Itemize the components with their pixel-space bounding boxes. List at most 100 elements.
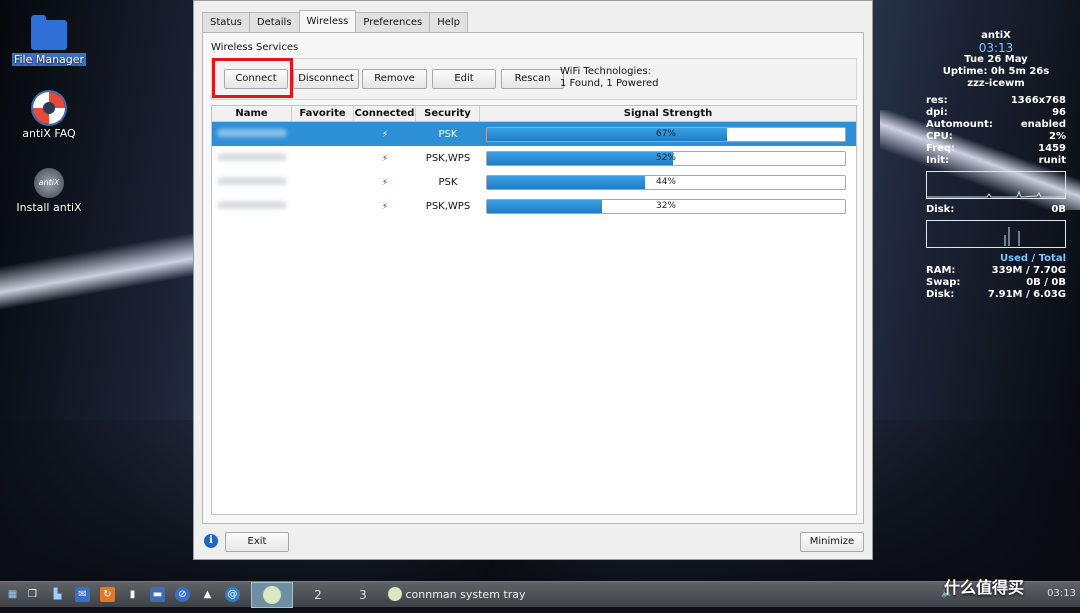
disk-graph-lines — [1004, 227, 1020, 246]
show-desktop-icon[interactable]: ▙ — [50, 587, 65, 602]
cpu-graph-lines — [927, 190, 1065, 198]
tab-details[interactable]: Details — [248, 12, 300, 32]
task-label: connman system tray — [405, 588, 526, 601]
mountain-icon[interactable]: ▲ — [200, 587, 215, 602]
rescan-button[interactable]: Rescan — [501, 69, 564, 89]
security-cell: PSK — [438, 128, 458, 140]
conky-stat-row: Automount: enabled — [926, 119, 1066, 130]
connman-tray-icon — [263, 586, 281, 604]
signal-strength-bar: 44% — [486, 174, 846, 190]
info-icon[interactable]: i — [204, 534, 218, 548]
column-header-connected[interactable]: Connected — [354, 106, 416, 121]
wifi-technologies-info: WiFi Technologies: 1 Found, 1 Powered — [560, 66, 659, 90]
wifi-technologies-label: WiFi Technologies: — [560, 66, 652, 77]
conky-time: 03:13 — [978, 41, 1014, 55]
signal-strength-bar: 32% — [486, 198, 846, 214]
signal-strength-bar: 67% — [486, 126, 846, 142]
conky-stat-row: res: 1366x768 — [926, 95, 1066, 106]
column-header-security[interactable]: Security — [416, 106, 480, 121]
refresh-icon[interactable]: ↻ — [100, 587, 115, 602]
security-cell: PSK,WPS — [425, 152, 471, 164]
disconnected-plug-icon: ⚡ — [381, 177, 389, 188]
conky-stat-row: Freq: 1459 — [926, 143, 1066, 154]
remove-button[interactable]: Remove — [362, 69, 427, 89]
signal-cell: 67% — [480, 126, 856, 142]
connman-app-icon — [388, 587, 402, 601]
connected-cell: ⚡ — [354, 201, 416, 212]
table-row[interactable]: ⚡ PSK,WPS 52% — [212, 146, 856, 170]
conky-usage-row: Swap: 0B / 0B — [926, 277, 1066, 288]
tab-help[interactable]: Help — [429, 12, 469, 32]
signal-strength-label: 67% — [655, 128, 676, 139]
folder-icon — [31, 15, 67, 50]
desktop-icon-label: Install antiX — [16, 201, 82, 214]
conky-disk-row: Disk: 0B — [926, 204, 1066, 215]
desktop-icon-antix-faq[interactable]: antiX FAQ — [1, 92, 97, 140]
workspace-1-active[interactable] — [251, 582, 293, 608]
conky-system-monitor: antiX 03:13 Tue 26 May Uptime: 0h 5m 26s… — [926, 30, 1066, 301]
wireless-tab-panel: Wireless Services Connect Disconnect Rem… — [202, 32, 864, 524]
signal-cell: 44% — [480, 174, 856, 190]
wireless-services-table: Name Favorite Connected Security Signal … — [211, 105, 857, 515]
browser-icon[interactable]: ⊘ — [175, 587, 190, 602]
taskbar-clock[interactable]: 03:13 — [1047, 588, 1076, 599]
security-cell: PSK,WPS — [425, 200, 471, 212]
help-icon[interactable]: @ — [225, 587, 240, 602]
conky-uptime: Uptime: 0h 5m 26s — [942, 66, 1050, 77]
workspace-3[interactable]: 3 — [350, 582, 376, 608]
signal-cell: 52% — [480, 150, 856, 166]
minimize-button[interactable]: Minimize — [800, 532, 864, 552]
exit-button[interactable]: Exit — [225, 532, 289, 552]
task-connman-system-tray[interactable]: connman system tray — [388, 585, 526, 605]
network-name-blurred — [212, 128, 292, 140]
wireless-button-bar: Connect Disconnect Remove Edit Rescan — [211, 58, 857, 100]
table-row[interactable]: ⚡ PSK 44% — [212, 170, 856, 194]
conky-wm: zzz-icewm — [967, 78, 1025, 89]
column-header-name[interactable]: Name — [212, 106, 292, 121]
window-list-icon[interactable]: ❐ — [25, 587, 40, 602]
workspace-2[interactable]: 2 — [305, 582, 331, 608]
conky-stat-row: Init: runit — [926, 155, 1066, 166]
signal-strength-label: 32% — [655, 200, 676, 211]
signal-strength-label: 44% — [655, 176, 676, 187]
table-header: Name Favorite Connected Security Signal … — [212, 106, 856, 122]
tab-wireless[interactable]: Wireless — [298, 10, 357, 32]
desktop-icon-label: File Manager — [11, 53, 87, 66]
network-name-blurred — [212, 200, 292, 212]
signal-strength-label: 52% — [655, 152, 676, 163]
disconnected-plug-icon: ⚡ — [381, 129, 389, 140]
disconnect-button[interactable]: Disconnect — [293, 69, 359, 89]
wallpaper-light-beam-left — [0, 205, 200, 345]
signal-cell: 32% — [480, 198, 856, 214]
watermark-text: 什么值得买 — [944, 578, 1025, 597]
usb-icon[interactable]: ▮ — [125, 587, 140, 602]
start-menu-icon[interactable]: ▦ — [5, 587, 20, 602]
tab-preferences[interactable]: Preferences — [355, 12, 431, 32]
conky-stat-row: CPU: 2% — [926, 131, 1066, 142]
network-name-blurred — [212, 152, 292, 164]
desktop-icon-install-antix[interactable]: antiX Install antiX — [1, 168, 97, 214]
conky-date: Tue 26 May — [964, 54, 1028, 65]
files-icon[interactable]: ▬ — [150, 587, 165, 602]
disconnected-plug-icon: ⚡ — [381, 201, 389, 212]
table-row[interactable]: ⚡ PSK,WPS 32% — [212, 194, 856, 218]
connect-highlight-box — [212, 58, 293, 98]
conky-usage-row: RAM: 339M / 7.70G — [926, 265, 1066, 276]
connected-cell: ⚡ — [354, 153, 416, 164]
desktop-icon-file-manager[interactable]: File Manager — [1, 15, 97, 66]
network-name-blurred — [212, 176, 292, 188]
signal-strength-bar: 52% — [486, 150, 846, 166]
antix-logo-icon: antiX — [34, 168, 64, 198]
table-row[interactable]: ⚡ PSK 67% — [212, 122, 856, 146]
tab-status[interactable]: Status — [202, 12, 250, 32]
connected-cell: ⚡ — [354, 177, 416, 188]
edit-button[interactable]: Edit — [432, 69, 496, 89]
wifi-technologies-status: 1 Found, 1 Powered — [560, 78, 659, 89]
disk-graph — [926, 220, 1066, 248]
mail-icon[interactable]: ✉ — [75, 587, 90, 602]
connman-dialog: Status Details Wireless Preferences Help… — [193, 0, 873, 560]
security-cell: PSK — [438, 176, 458, 188]
column-header-signal-strength[interactable]: Signal Strength — [480, 106, 856, 121]
lifebuoy-icon — [33, 92, 65, 124]
column-header-favorite[interactable]: Favorite — [292, 106, 354, 121]
